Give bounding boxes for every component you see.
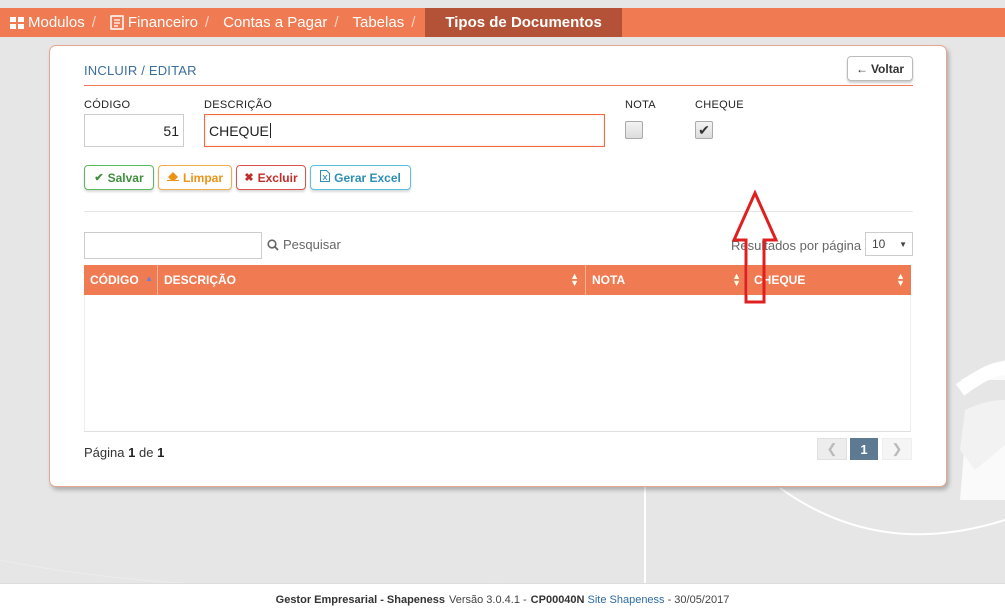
breadcrumb-contas-label: Contas a Pagar <box>223 14 328 31</box>
close-icon: ✖ <box>244 172 254 184</box>
descricao-input[interactable]: CHEQUE <box>204 114 605 147</box>
breadcrumb-separator: / <box>91 14 96 31</box>
section-divider <box>84 211 913 212</box>
sort-asc-icon: ▲ <box>145 274 153 283</box>
search-icon <box>267 238 279 251</box>
export-excel-button[interactable]: Gerar Excel <box>310 165 411 190</box>
breadcrumb-modulos-label: Modulos <box>28 14 85 31</box>
pagination-info: Página 1 de 1 <box>84 445 164 460</box>
breadcrumb-tabelas-label: Tabelas <box>352 14 405 31</box>
excel-file-icon <box>320 170 331 185</box>
grid-icon <box>10 16 24 29</box>
nota-label: NOTA <box>625 99 656 111</box>
column-header-codigo[interactable]: CÓDIGO ▲ <box>84 265 158 295</box>
clear-button-label: Limpar <box>182 170 223 185</box>
delete-button[interactable]: ✖ Excluir <box>236 165 306 190</box>
codigo-input[interactable]: 51 <box>84 114 184 147</box>
cheque-checkbox[interactable]: ✔ <box>695 121 713 139</box>
title-divider <box>84 85 913 86</box>
save-button-label: Salvar <box>107 170 144 185</box>
back-button[interactable]: ← Voltar <box>847 56 913 81</box>
sort-icon: ▲ ▼ <box>570 271 579 288</box>
form-title: INCLUIR / EDITAR <box>84 63 197 78</box>
breadcrumb-separator: / <box>334 14 339 31</box>
arrow-left-icon: ← <box>855 61 868 76</box>
pagination-current: 1 <box>128 445 136 460</box>
footer-site-link[interactable]: Site Shapeness <box>588 594 665 606</box>
breadcrumb-current: Tipos de Documentos <box>425 8 622 37</box>
finance-icon <box>110 15 124 30</box>
breadcrumb: Modulos / Financeiro / Contas a Pagar / … <box>0 8 1005 37</box>
chevron-left-icon: ❮ <box>826 441 838 456</box>
nota-checkbox[interactable] <box>625 121 643 139</box>
column-header-descricao[interactable]: DESCRIÇÃO ▲ ▼ <box>158 265 586 295</box>
search-button[interactable]: Pesquisar <box>267 237 341 252</box>
codigo-label: CÓDIGO <box>84 99 131 111</box>
caret-down-icon: ▼ <box>899 239 907 249</box>
descricao-value: CHEQUE <box>209 122 269 139</box>
descricao-label: DESCRIÇÃO <box>204 99 273 111</box>
back-button-label: Voltar <box>870 61 905 76</box>
pagination-prev-button[interactable]: ❮ <box>817 438 847 460</box>
search-input[interactable] <box>84 232 262 259</box>
text-caret <box>269 123 271 138</box>
footer-date: - 30/05/2017 <box>667 594 730 606</box>
table-header: CÓDIGO ▲ DESCRIÇÃO ▲ ▼ NOTA ▲ ▼ CHEQUE ▲ ▼ <box>84 265 911 295</box>
footer-code: CP00040N <box>530 594 585 606</box>
delete-button-label: Excluir <box>257 170 298 185</box>
export-excel-label: Gerar Excel <box>334 170 401 185</box>
column-header-label: NOTA <box>592 273 626 287</box>
breadcrumb-financeiro[interactable]: Financeiro / <box>100 8 213 37</box>
pagination-next-button[interactable]: ❯ <box>882 438 912 460</box>
pagination-of: de <box>138 445 154 460</box>
eraser-icon <box>166 171 179 184</box>
pagination-page-button[interactable]: 1 <box>850 438 878 460</box>
breadcrumb-separator: / <box>204 14 210 31</box>
column-header-label: CÓDIGO <box>90 273 139 287</box>
check-icon: ✔ <box>94 172 104 184</box>
breadcrumb-separator: / <box>411 14 416 31</box>
pagination-prefix: Página <box>84 445 125 460</box>
footer: Gestor Empresarial - Shapeness Versão 3.… <box>0 583 1005 616</box>
breadcrumb-financeiro-label: Financeiro <box>127 14 198 31</box>
column-header-nota[interactable]: NOTA ▲ ▼ <box>586 265 748 295</box>
breadcrumb-contas[interactable]: Contas a Pagar / <box>213 8 342 37</box>
breadcrumb-modulos[interactable]: Modulos / <box>0 8 100 37</box>
page-size-value: 10 <box>872 237 886 251</box>
sort-icon: ▲ ▼ <box>896 271 905 288</box>
chevron-right-icon: ❯ <box>891 441 903 456</box>
cheque-label: CHEQUE <box>695 99 744 111</box>
page-size-select[interactable]: 10 ▼ <box>865 232 913 256</box>
column-header-label: DESCRIÇÃO <box>164 273 237 287</box>
table-body <box>84 295 911 431</box>
save-button[interactable]: ✔ Salvar <box>84 165 154 190</box>
pagination-total: 1 <box>157 445 165 460</box>
table-bottom-border <box>84 431 911 432</box>
codigo-value: 51 <box>163 122 179 139</box>
annotation-arrow <box>731 190 779 304</box>
search-label: Pesquisar <box>283 237 341 252</box>
form-card: INCLUIR / EDITAR ← Voltar CÓDIGO 51 DESC… <box>49 45 947 487</box>
footer-product: Gestor Empresarial - Shapeness <box>275 594 445 606</box>
checkmark-icon: ✔ <box>698 121 710 138</box>
footer-version: Versão 3.0.4.1 - <box>449 594 527 606</box>
breadcrumb-tabelas[interactable]: Tabelas / <box>343 8 420 37</box>
clear-button[interactable]: Limpar <box>158 165 232 190</box>
